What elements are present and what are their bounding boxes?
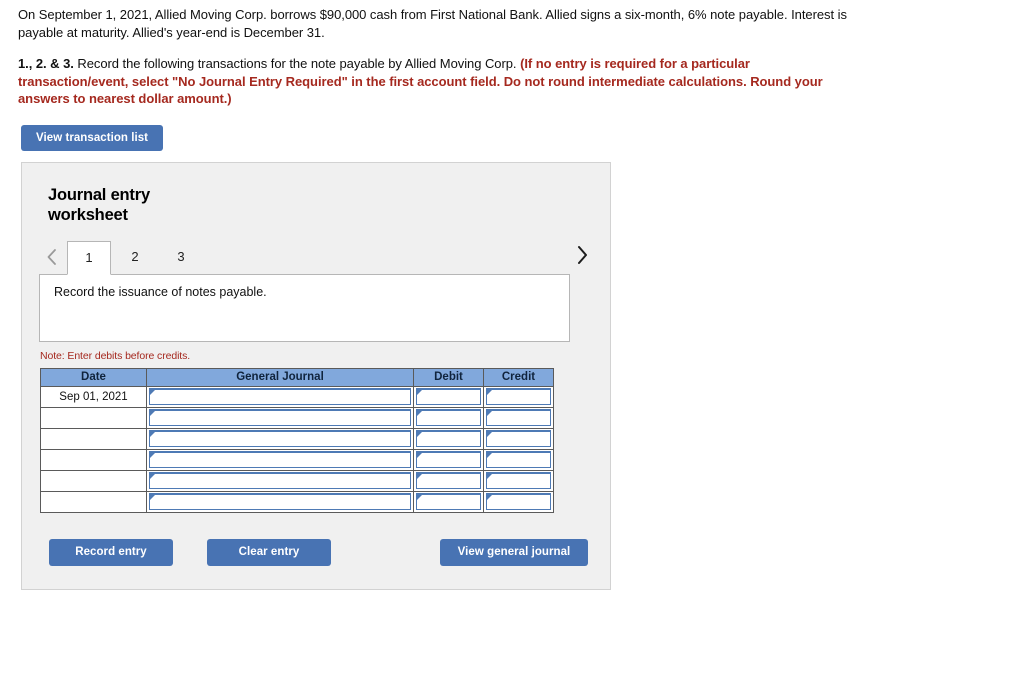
debit-input[interactable] xyxy=(416,493,481,510)
date-cell xyxy=(40,406,147,429)
table-row xyxy=(40,427,554,450)
worksheet-tab-3-label: 3 xyxy=(177,249,185,264)
credit-cell xyxy=(483,448,554,471)
worksheet-tab-3[interactable]: 3 xyxy=(159,240,203,274)
debit-cell xyxy=(413,490,484,513)
debit-cell xyxy=(413,469,484,492)
transaction-instruction-box: Record the issuance of notes payable. xyxy=(39,273,570,342)
date-cell xyxy=(40,469,147,492)
problem-statement: On September 1, 2021, Allied Moving Corp… xyxy=(0,0,880,108)
column-header-date: Date xyxy=(40,367,147,387)
debit-cell xyxy=(413,448,484,471)
requirement-number: 1., 2. & 3. xyxy=(18,56,74,71)
worksheet-tab-strip: 1 2 3 xyxy=(39,238,595,275)
general-journal-cell xyxy=(146,406,414,429)
debit-input[interactable] xyxy=(416,472,481,489)
account-input[interactable] xyxy=(149,409,411,426)
credit-cell xyxy=(483,385,554,408)
chevron-left-icon[interactable] xyxy=(39,240,65,274)
credit-input[interactable] xyxy=(486,451,551,468)
credit-input[interactable] xyxy=(486,430,551,447)
chevron-right-icon[interactable] xyxy=(569,238,595,272)
date-cell xyxy=(40,490,147,513)
credit-input[interactable] xyxy=(486,493,551,510)
worksheet-title: Journal entry worksheet xyxy=(48,185,150,224)
general-journal-cell xyxy=(146,385,414,408)
table-header-row: Date General Journal Debit Credit xyxy=(40,367,554,387)
general-journal-cell xyxy=(146,427,414,450)
table-row xyxy=(40,469,554,492)
credit-input[interactable] xyxy=(486,472,551,489)
general-journal-cell xyxy=(146,448,414,471)
table-row xyxy=(40,448,554,471)
date-cell: Sep 01, 2021 xyxy=(40,385,147,408)
account-input[interactable] xyxy=(149,451,411,468)
debits-before-credits-note: Note: Enter debits before credits. xyxy=(40,349,191,362)
worksheet-action-row: Record entry Clear entry View general jo… xyxy=(40,538,596,566)
credit-input[interactable] xyxy=(486,388,551,405)
transaction-instruction-text: Record the issuance of notes payable. xyxy=(54,284,267,299)
column-header-general-journal: General Journal xyxy=(146,367,414,387)
date-cell xyxy=(40,448,147,471)
view-general-journal-button[interactable]: View general journal xyxy=(440,538,588,566)
credit-cell xyxy=(483,406,554,429)
column-header-debit: Debit xyxy=(413,367,484,387)
credit-cell xyxy=(483,490,554,513)
worksheet-tab-1-label: 1 xyxy=(85,250,93,265)
requirement-text: Record the following transactions for th… xyxy=(73,56,521,71)
account-input[interactable] xyxy=(149,493,411,510)
credit-input[interactable] xyxy=(486,409,551,426)
credit-cell xyxy=(483,469,554,492)
worksheet-tab-2-label: 2 xyxy=(131,249,139,264)
table-row xyxy=(40,490,554,513)
view-transaction-list-button[interactable]: View transaction list xyxy=(21,124,164,151)
debit-cell xyxy=(413,427,484,450)
account-input[interactable] xyxy=(149,430,411,447)
debit-input[interactable] xyxy=(416,451,481,468)
debit-input[interactable] xyxy=(416,430,481,447)
account-input[interactable] xyxy=(149,388,411,405)
record-entry-button[interactable]: Record entry xyxy=(49,538,173,566)
date-cell xyxy=(40,427,147,450)
general-journal-cell xyxy=(146,469,414,492)
general-journal-cell xyxy=(146,490,414,513)
table-row: Sep 01, 2021 xyxy=(40,385,554,408)
column-header-credit: Credit xyxy=(483,367,554,387)
table-row xyxy=(40,406,554,429)
debit-cell xyxy=(413,385,484,408)
requirement-block: 1., 2. & 3. Record the following transac… xyxy=(18,55,848,108)
journal-entry-worksheet-panel: Journal entry worksheet 1 2 3 Record the… xyxy=(21,161,611,590)
debit-input[interactable] xyxy=(416,388,481,405)
clear-entry-button[interactable]: Clear entry xyxy=(207,538,331,566)
account-input[interactable] xyxy=(149,472,411,489)
general-journal-table: Date General Journal Debit Credit Sep 01… xyxy=(40,367,554,513)
credit-cell xyxy=(483,427,554,450)
debit-cell xyxy=(413,406,484,429)
worksheet-tab-2[interactable]: 2 xyxy=(113,240,157,274)
debit-input[interactable] xyxy=(416,409,481,426)
worksheet-tab-1[interactable]: 1 xyxy=(67,240,111,275)
problem-stem: On September 1, 2021, Allied Moving Corp… xyxy=(18,7,847,40)
